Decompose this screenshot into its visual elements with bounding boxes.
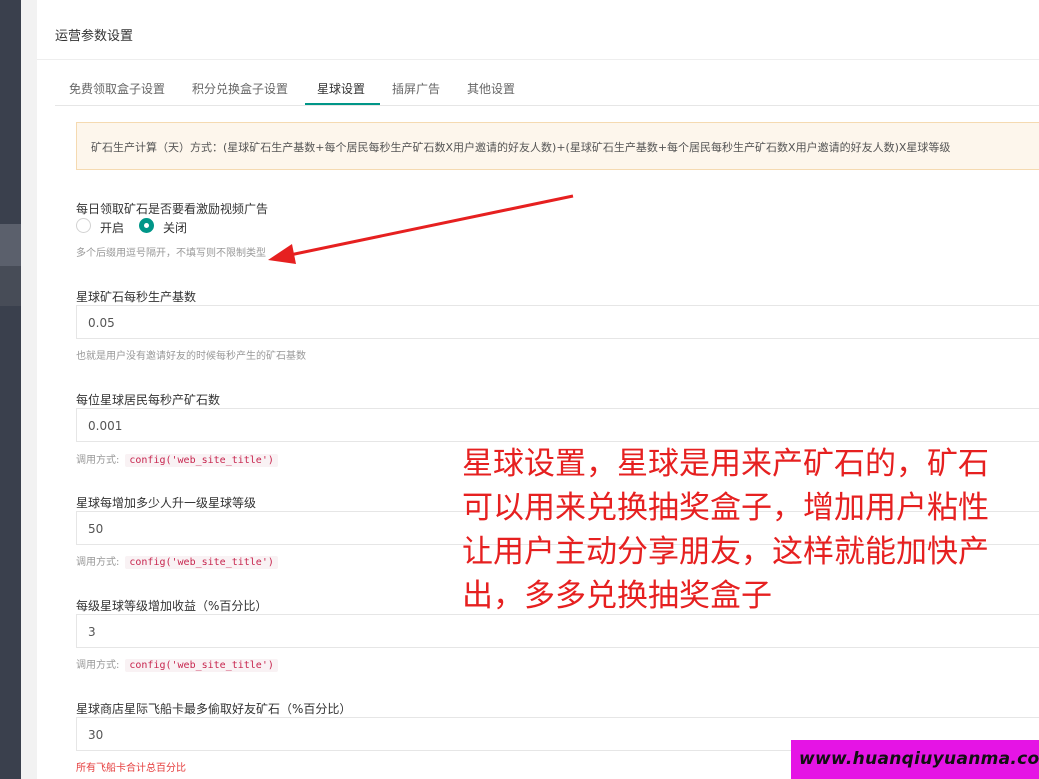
annotation-arrow-icon <box>268 194 574 264</box>
watermark-badge: www.huanqiuyuanma.com <box>791 740 1039 779</box>
annotation-line: 星球设置，星球是用来产矿石的，矿石 <box>462 446 989 482</box>
annotation-line: 让用户主动分享朋友，这样就能加快产 <box>462 534 989 570</box>
annotation-text: 星球设置，星球是用来产矿石的，矿石 可以用来兑换抽奖盒子，增加用户粘性 让用户主… <box>462 442 1037 618</box>
watermark-text: www.huanqiuyuanma.com <box>799 749 1039 769</box>
annotation-line: 出，多多兑换抽奖盒子 <box>462 578 772 614</box>
annotation-line: 可以用来兑换抽奖盒子，增加用户粘性 <box>462 490 989 526</box>
